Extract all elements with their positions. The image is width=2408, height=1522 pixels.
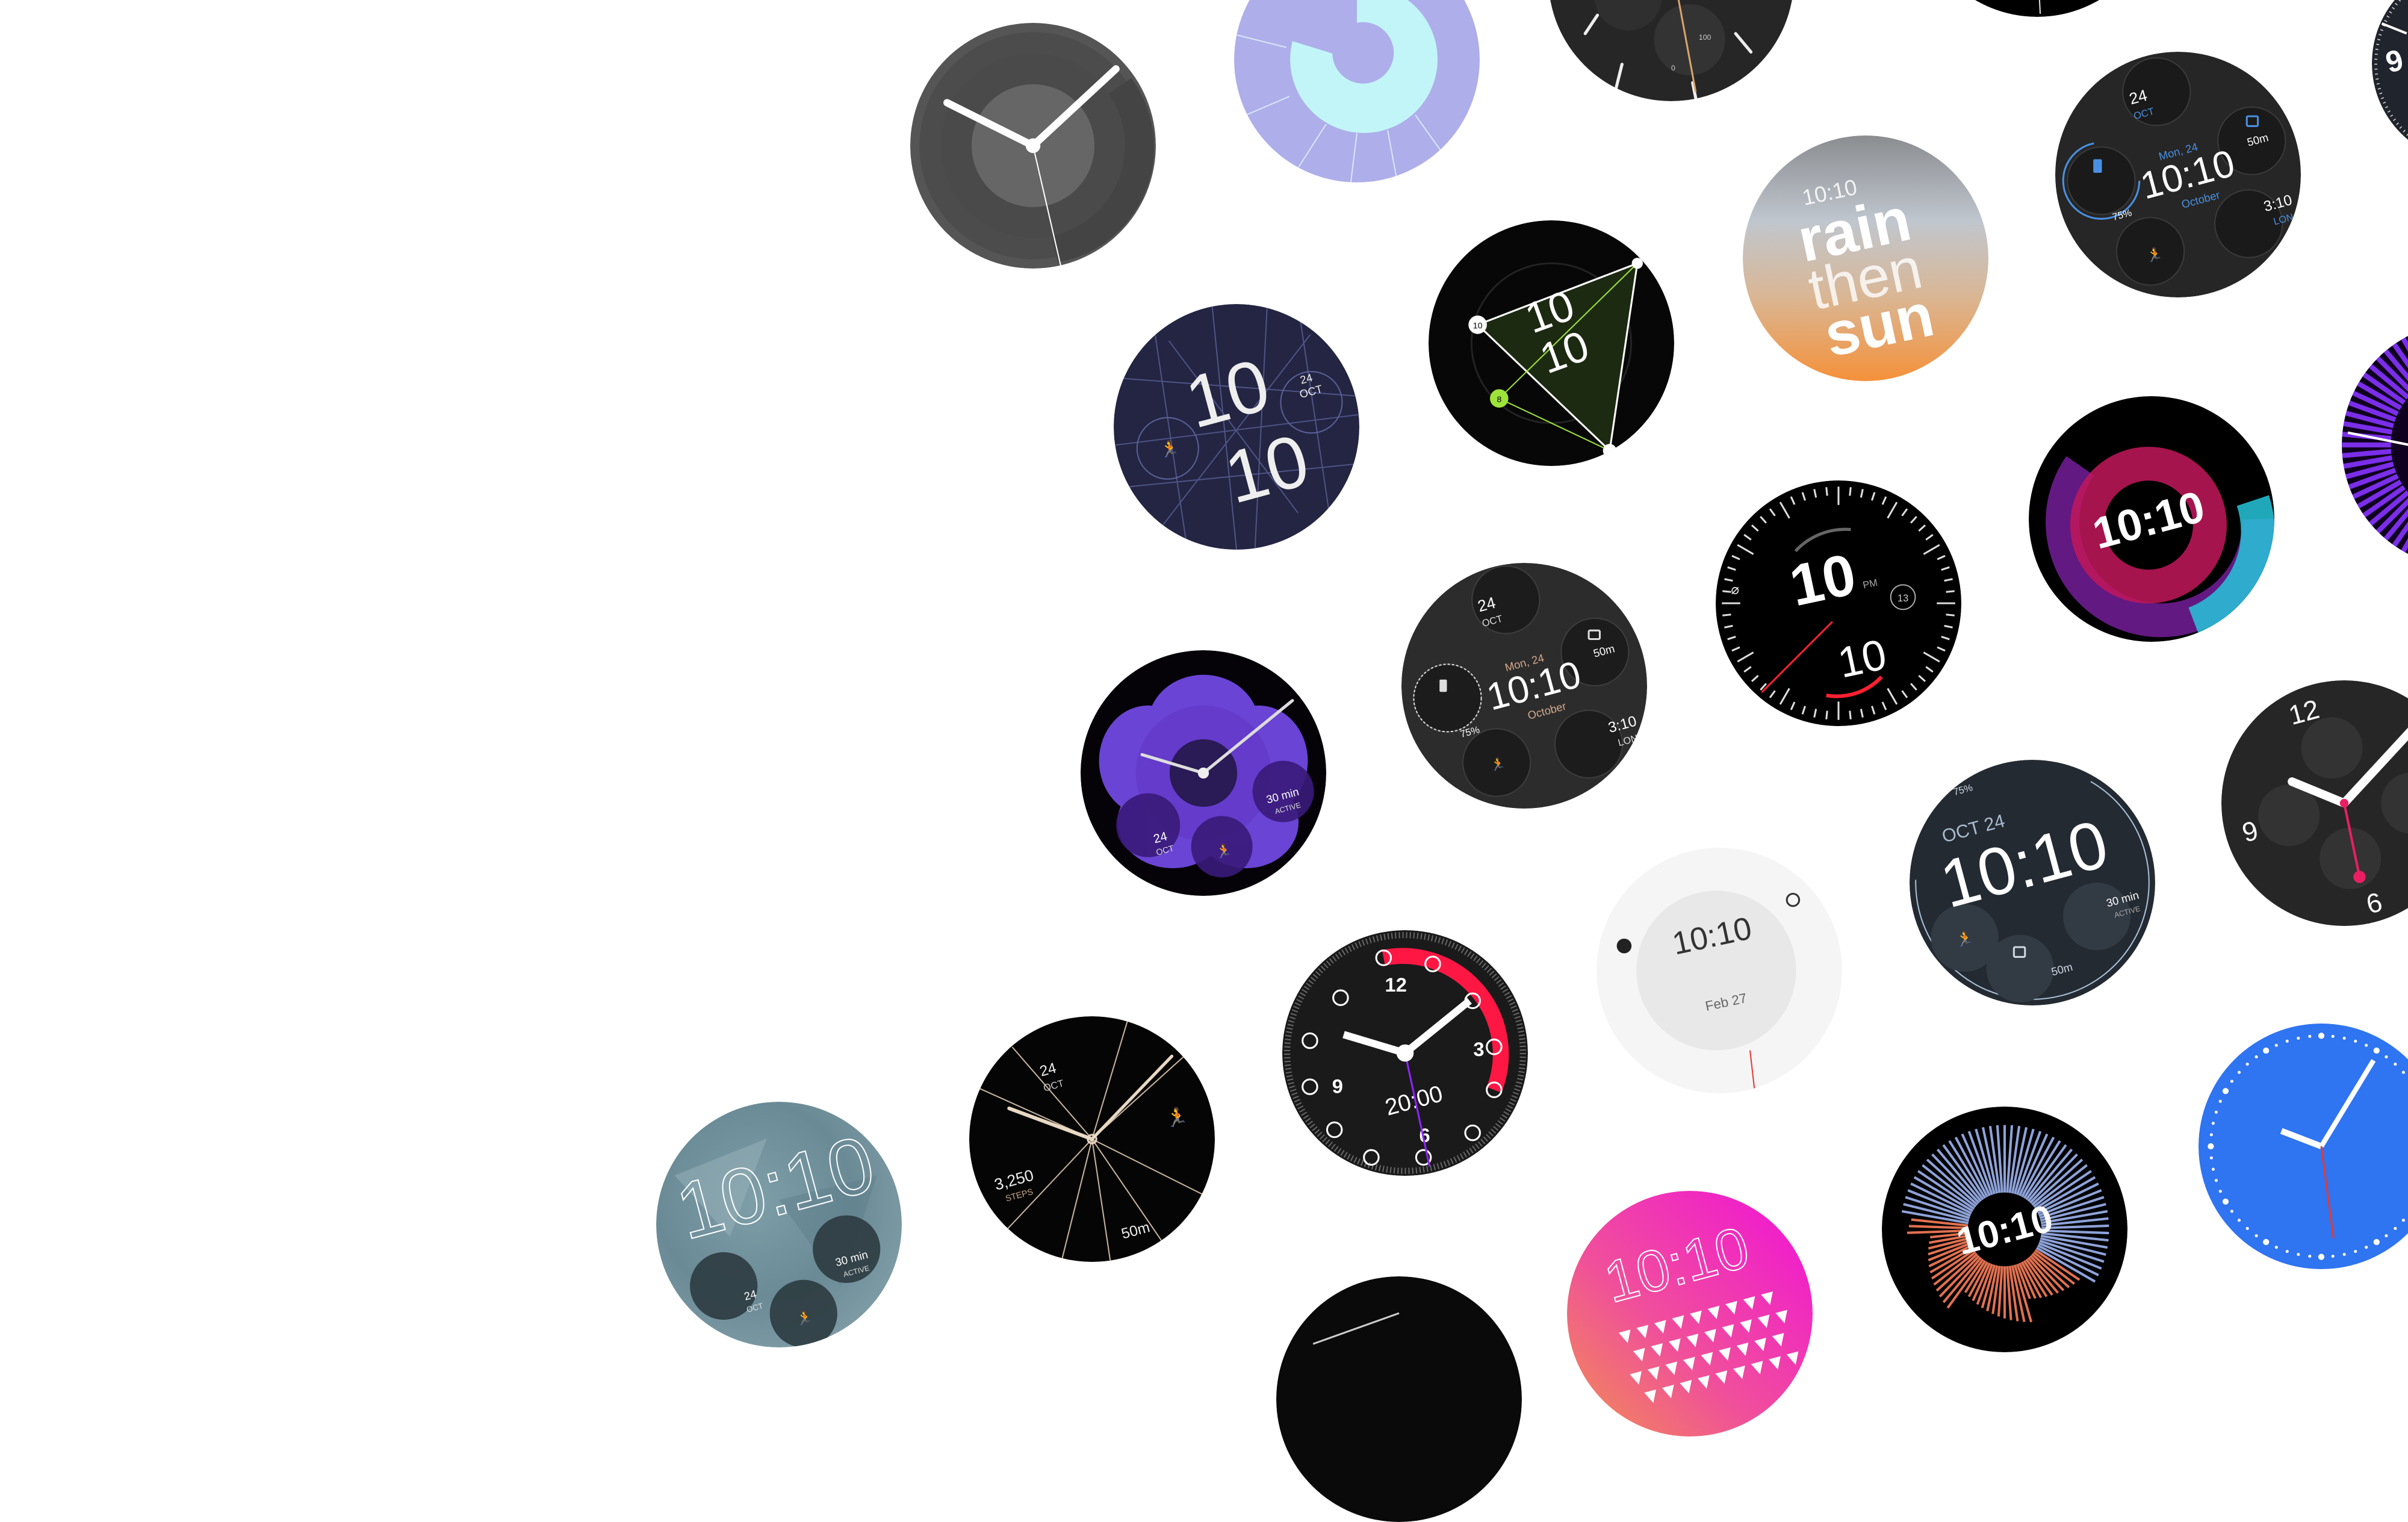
tick-dot [2373, 1238, 2380, 1246]
watch-face-bottom-black[interactable] [1276, 1276, 1522, 1522]
watch-face-grey-analog[interactable] [910, 23, 1156, 269]
tick-dot [2222, 1198, 2229, 1205]
watch-face-gold-steps[interactable]: 24 OCT 3,250 STEPS 50m 🏃 [969, 1016, 1215, 1262]
tick-dot [2209, 1156, 2213, 1160]
tick-dot [2214, 1179, 2218, 1182]
tick-dot [2318, 1253, 2325, 1260]
watch-face-triangle[interactable]: 10 10 10 8 [1429, 220, 1674, 466]
tick-dot [2385, 1055, 2388, 1059]
tick-dot [2238, 1219, 2241, 1222]
watch-face-spiral[interactable]: 10:10 [2029, 396, 2274, 642]
watch-face-map[interactable]: 10 10 24 OCT 🏃 [1114, 304, 1359, 550]
tick-dot [2331, 1255, 2335, 1258]
watch-face-burst[interactable]: 10:10 [1882, 1107, 2127, 1352]
tick-dot [2285, 1250, 2289, 1253]
tick-dot [2385, 1234, 2388, 1238]
tick-dot [2230, 1210, 2234, 1213]
tick-dot [2354, 1250, 2357, 1253]
runner-icon: 🏃 [1160, 440, 1180, 458]
tick-dot [2318, 1033, 2325, 1039]
watch-face-textured-complications[interactable]: 24 OCT Mon, 24 10:10 October 75% 50m 3:1… [2055, 52, 2301, 297]
watch-face-white-minimal[interactable]: 10:10 Feb 27 [1597, 848, 1842, 1093]
tick-dot [2401, 1070, 2405, 1074]
numeral-9: 9 [1332, 1075, 1343, 1097]
watch-face-red-arc[interactable]: 12 3 9 6 20:00 [1282, 930, 1528, 1176]
date-badge: 13 [1898, 593, 1908, 604]
hour-marker: 10 [1473, 321, 1483, 331]
tick-dot [2245, 1063, 2249, 1066]
runner-icon: 🏃 [1165, 1107, 1188, 1128]
tick-dot [2214, 1110, 2218, 1114]
watch-face-bold-digital[interactable]: 10 PM 10 13 ⌀ [1716, 480, 1961, 726]
watch-face-numeric-analog[interactable]: 12 9 6 [2221, 680, 2408, 926]
tick-dot [2401, 1219, 2405, 1222]
runner-icon: 🏃 [2146, 247, 2163, 262]
runner-icon: 🏃 [796, 1310, 813, 1326]
tick-mark [1849, 487, 1852, 496]
battery-icon [1439, 679, 1447, 692]
tick-dot [2218, 1099, 2222, 1103]
tick-dot [2254, 1055, 2258, 1059]
tick-dot [2211, 1167, 2215, 1171]
tick-dot [2263, 1047, 2270, 1054]
tick-mark [1722, 590, 1731, 593]
tick-dot [2365, 1043, 2368, 1047]
tick-mark [1825, 487, 1828, 496]
tick-dot [2211, 1122, 2215, 1125]
battery-icon [2093, 159, 2102, 173]
tick-dot [2394, 1063, 2397, 1066]
tick-mark [1946, 590, 1955, 593]
tick-dot [2297, 1253, 2300, 1256]
watch-face-pink-gradient[interactable]: 10:10 [1567, 1191, 1813, 1437]
subdial-label: 100 [1699, 33, 1711, 42]
tick-dot [2354, 1039, 2357, 1043]
tick-dot [2308, 1034, 2312, 1038]
tick-dot [2238, 1070, 2241, 1074]
tick-dot [2245, 1226, 2249, 1230]
tick-dot [2394, 1226, 2397, 1230]
watch-face-blue-analog[interactable] [2199, 1023, 2408, 1269]
runner-icon: 🏃 [1956, 930, 1974, 948]
brightness-icon: ⌀ [1731, 582, 1740, 597]
watch-face-edge-purple[interactable] [2342, 322, 2408, 568]
tick-dot [2254, 1234, 2258, 1238]
watch-face-flower[interactable]: 24 OCT 30 min ACTIVE 🏃 [1081, 650, 1326, 896]
watch-face-lavender[interactable] [1234, 0, 1480, 182]
tick-dot [2274, 1246, 2278, 1249]
tick-dot [2263, 1238, 2270, 1246]
subdial-label: 0 [1671, 64, 1675, 72]
tick-dot [2373, 1047, 2380, 1054]
tick-dot [2308, 1255, 2312, 1258]
watch-face-top-black[interactable] [1914, 0, 2160, 17]
tick-dot [2209, 1133, 2213, 1137]
tick-dot [2331, 1034, 2335, 1038]
tick-dot [2222, 1088, 2229, 1095]
tick-dot [2218, 1190, 2222, 1193]
watch-face-weather-text[interactable]: 10:10 rain then sun [1743, 135, 1988, 381]
tick-dot [2365, 1246, 2368, 1249]
runner-icon: 🏃 [1491, 757, 1506, 772]
tick-dot [2285, 1039, 2289, 1043]
second-marker: 8 [1497, 395, 1501, 405]
watch-face-edge-nine[interactable]: 9 [2372, 0, 2408, 163]
hours-text: 10 [1784, 541, 1861, 618]
watch-face-chronograph[interactable]: 0 100 [1548, 0, 1794, 101]
numeral-12: 12 [1385, 974, 1407, 996]
tick-dot [2230, 1079, 2234, 1083]
tick-mark [1849, 710, 1852, 719]
tick-dot [2297, 1036, 2300, 1040]
numeral-3: 3 [1473, 1038, 1484, 1060]
watch-face-dark-complications[interactable]: 24 OCT Mon, 24 10:10 October 75% 50m 3:1… [1401, 563, 1647, 809]
watch-face-slate-digital[interactable]: 75% OCT 24 10:10 30 min ACTIVE 50m 🏃 [1910, 760, 2155, 1005]
runner-icon: 🏃 [1215, 843, 1232, 859]
watch-face-marble[interactable]: 10:10 24 OCT 30 min ACTIVE 🏃 [656, 1102, 902, 1347]
tick-dot [2342, 1036, 2346, 1040]
tick-dot [2208, 1143, 2214, 1150]
tick-dot [2274, 1043, 2278, 1047]
tick-dot [2342, 1253, 2346, 1256]
tick-mark [1825, 710, 1828, 719]
